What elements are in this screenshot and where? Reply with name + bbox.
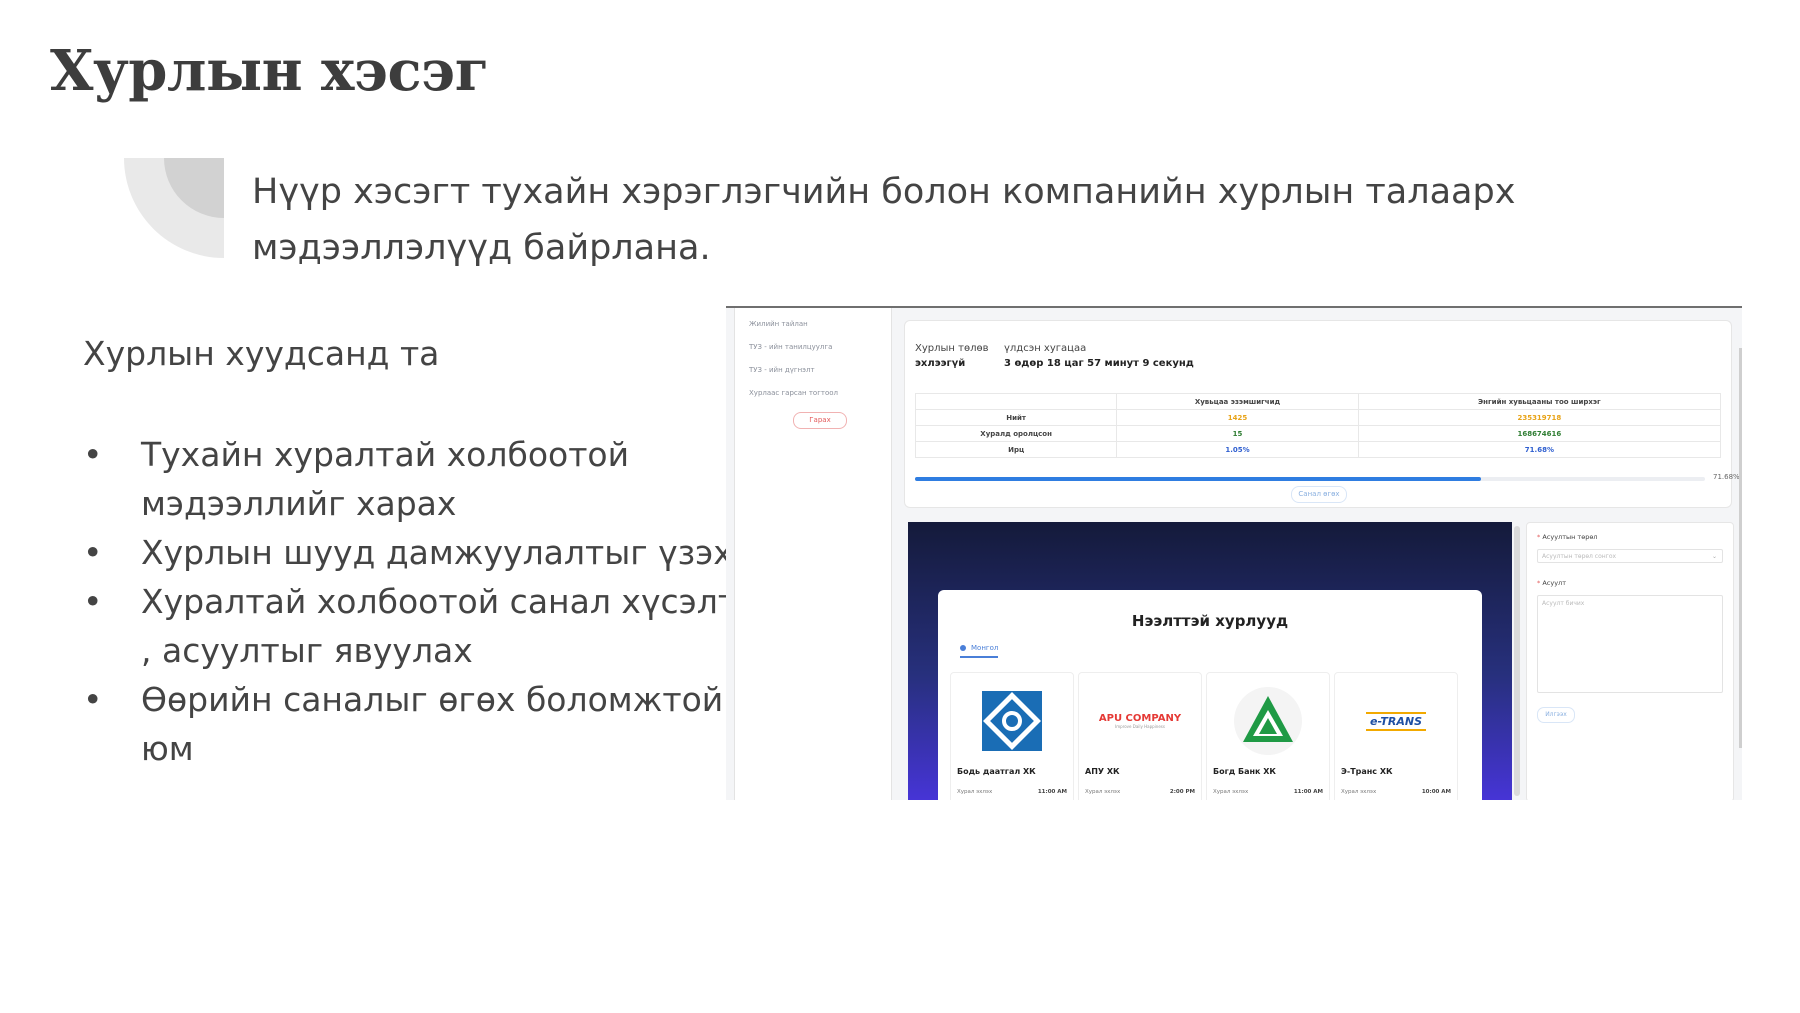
- total-holders: 1425: [1116, 409, 1359, 426]
- status-value: эхлээгүй: [915, 358, 966, 369]
- apu-logo-text: APU COMPANY: [1098, 713, 1182, 724]
- sidebar-item-board-conclusion[interactable]: ТУЗ - ийн дүгнэлт: [749, 366, 815, 374]
- company-time: 11:00 AM: [1293, 789, 1323, 795]
- company-meta: Хурал эхлэх: [1085, 789, 1121, 795]
- attendance-holders: 1.05%: [1116, 441, 1359, 458]
- send-button[interactable]: Илгээх: [1537, 707, 1575, 723]
- question-type-label: * Асуултын төрөл: [1537, 533, 1598, 541]
- quarter-circle-decoration: [124, 158, 224, 258]
- company-card-etrans[interactable]: e-TRANS Э-Транс ХК Хурал эхлэх 10:00 AM: [1334, 672, 1458, 800]
- etrans-logo: e-TRANS: [1335, 679, 1457, 763]
- attendance-shares: 71.68%: [1357, 441, 1722, 458]
- meetings-banner: Нээлттэй хурлууд Монгол Бодь даатгал ХК …: [908, 522, 1512, 800]
- company-name: Э-Транс ХК: [1341, 767, 1393, 776]
- tab-mongolia[interactable]: Монгол: [960, 644, 999, 658]
- slide-subtitle: Нүүр хэсэгт тухайн хэрэглэгчийн болон ко…: [252, 172, 1516, 268]
- slide-title: Хурлын хэсэг: [50, 38, 489, 104]
- page-scrollbar[interactable]: [1739, 348, 1742, 748]
- attendance-progress-bar: [915, 477, 1705, 481]
- apu-logo-sub: Improve Daily Happiness: [1115, 724, 1165, 729]
- company-meta: Хурал эхлэх: [1213, 789, 1249, 795]
- row-label: Хуралд оролцсон: [914, 425, 1118, 442]
- company-card-bod[interactable]: Бодь даатгал ХК Хурал эхлэх 11:00 AM: [950, 672, 1074, 800]
- progress-fill: [915, 477, 1482, 481]
- list-item: Тухайн хуралтай холбоотой мэдээллийг хар…: [83, 430, 743, 528]
- exit-button[interactable]: Гарах: [793, 412, 847, 429]
- company-meta: Хурал эхлэх: [1341, 789, 1377, 795]
- bogd-logo: [1207, 679, 1329, 763]
- participated-holders: 15: [1116, 425, 1359, 442]
- company-time: 10:00 AM: [1421, 789, 1451, 795]
- tab-label: Монгол: [971, 644, 999, 652]
- company-name: Бодь даатгал ХК: [957, 767, 1036, 776]
- globe-icon: [960, 645, 966, 651]
- sidebar-item-board-intro[interactable]: ТУЗ - ийн танилцуулга: [749, 343, 832, 351]
- table-header: Энгийн хувьцааны тоо ширхэг: [1357, 393, 1722, 410]
- company-card-bogd[interactable]: Богд Банк ХК Хурал эхлэх 11:00 AM: [1206, 672, 1330, 800]
- company-name: Богд Банк ХК: [1213, 767, 1276, 776]
- sidebar: Жилийн тайлан ТУЗ - ийн танилцуулга ТУЗ …: [734, 308, 892, 800]
- question-label: * Асуулт: [1537, 579, 1566, 587]
- company-time: 2:00 PM: [1169, 789, 1195, 795]
- sidebar-item-annual-report[interactable]: Жилийн тайлан: [749, 320, 808, 328]
- sidebar-item-resolutions[interactable]: Хурлаас гарсан тогтоол: [749, 389, 838, 397]
- vote-button[interactable]: Санал өгөх: [1291, 486, 1347, 503]
- etrans-logo-text: e-TRANS: [1365, 711, 1427, 731]
- table-row: Ирц 1.05% 71.68%: [914, 441, 1722, 458]
- remaining-time: 3 өдөр 18 цаг 57 минут 9 секунд: [1004, 358, 1194, 369]
- list-item: Хурлын шууд дамжуулалтыг үзэх: [83, 528, 743, 577]
- row-label: Ирц: [914, 441, 1118, 458]
- meeting-status-card: Хурлын төлөв эхлээгүй үлдсэн хугацаа 3 ө…: [904, 320, 1740, 508]
- row-label: Нийт: [914, 409, 1118, 426]
- list-item: Хуралтай холбоотой санал хүсэлт , асуулт…: [83, 577, 743, 675]
- company-name: АПУ ХК: [1085, 767, 1120, 776]
- stats-table: Хувьцаа эзэмшигчид Энгийн хувьцааны тоо …: [914, 393, 1722, 458]
- company-time: 11:00 AM: [1037, 789, 1067, 795]
- lead-text: Хурлын хуудсанд та: [83, 334, 440, 373]
- table-row: Хувьцаа эзэмшигчид Энгийн хувьцааны тоо …: [914, 393, 1722, 410]
- scrollbar[interactable]: [1514, 526, 1520, 796]
- table-header: [914, 393, 1118, 410]
- question-type-select[interactable]: Асуултын төрөл сонгох ⌄: [1537, 549, 1723, 563]
- table-header: Хувьцаа эзэмшигчид: [1116, 393, 1359, 410]
- apu-logo: APU COMPANY Improve Daily Happiness: [1079, 679, 1201, 763]
- bod-logo: [951, 679, 1073, 763]
- app-screenshot: Жилийн тайлан ТУЗ - ийн танилцуулга ТУЗ …: [726, 306, 1742, 800]
- open-meetings-panel: Нээлттэй хурлууд Монгол Бодь даатгал ХК …: [938, 590, 1482, 800]
- open-meetings-title: Нээлттэй хурлууд: [1131, 612, 1289, 630]
- total-shares: 235319718: [1357, 409, 1722, 426]
- question-form: * Асуултын төрөл Асуултын төрөл сонгох ⌄ …: [1526, 522, 1734, 800]
- feature-list: Тухайн хуралтай холбоотой мэдээллийг хар…: [83, 430, 743, 773]
- table-row: Хуралд оролцсон 15 168674616: [914, 425, 1722, 442]
- company-meta: Хурал эхлэх: [957, 789, 993, 795]
- progress-label: 71.68%: [1713, 473, 1740, 481]
- remaining-label: үлдсэн хугацаа: [1004, 343, 1087, 354]
- question-textarea[interactable]: Асуулт бичих: [1537, 595, 1723, 693]
- company-card-apu[interactable]: APU COMPANY Improve Daily Happiness АПУ …: [1078, 672, 1202, 800]
- table-row: Нийт 1425 235319718: [914, 409, 1722, 426]
- chevron-down-icon: ⌄: [1711, 553, 1717, 560]
- list-item: Өөрийн саналыг өгөх боломжтой юм: [83, 675, 743, 773]
- participated-shares: 168674616: [1357, 425, 1722, 442]
- status-label: Хурлын төлөв: [915, 343, 989, 354]
